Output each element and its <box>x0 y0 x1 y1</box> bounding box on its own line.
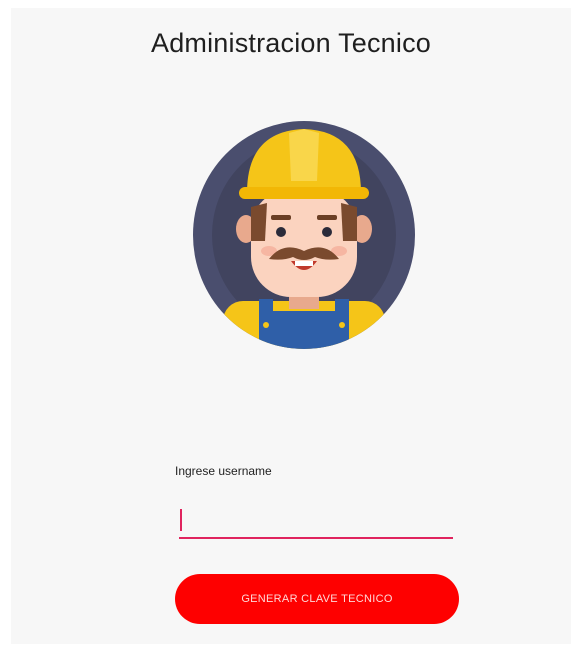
username-field-wrapper <box>179 505 453 539</box>
generate-key-button[interactable]: GENERAR CLAVE TECNICO <box>175 574 459 624</box>
app-screen: Administracion Tecnico Ingrese username … <box>11 8 571 644</box>
username-input[interactable] <box>179 505 453 539</box>
username-label: Ingrese username <box>175 464 272 478</box>
worker-avatar-icon <box>193 121 415 349</box>
text-caret <box>180 509 182 531</box>
page-title: Administracion Tecnico <box>150 28 432 58</box>
